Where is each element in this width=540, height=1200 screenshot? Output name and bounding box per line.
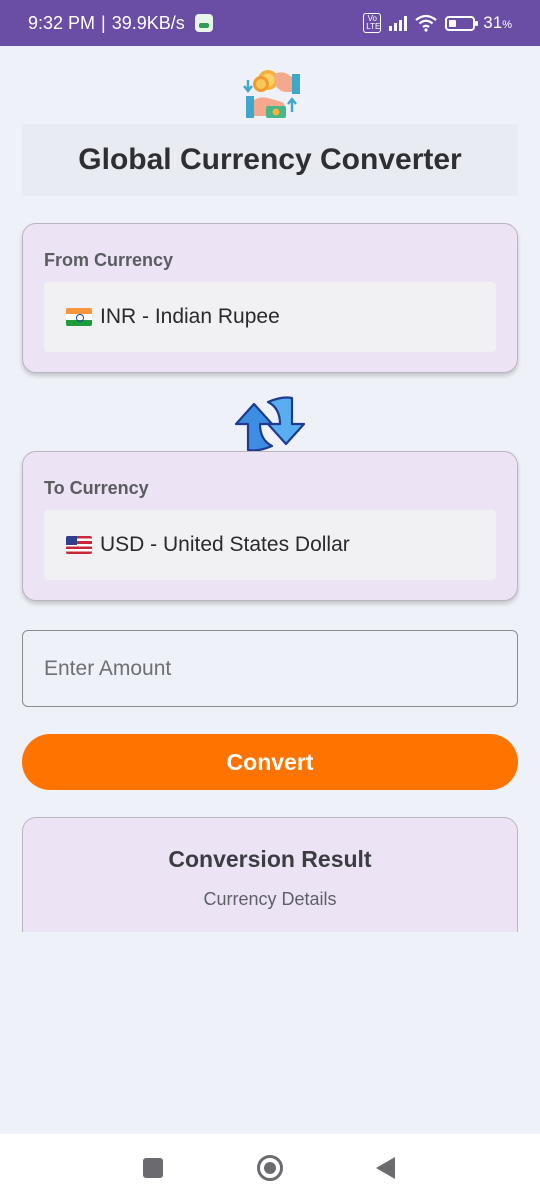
notification-app-icon	[194, 14, 213, 32]
triangle-back-icon[interactable]	[376, 1157, 395, 1179]
screen: 9:32 PM | 39.9KB/s Vo LTE 31% Global Cur…	[0, 0, 540, 1200]
battery-percent: 31%	[483, 13, 512, 32]
battery-icon	[445, 15, 479, 31]
from-currency-select[interactable]: INR - Indian Rupee	[44, 282, 496, 352]
status-time: 9:32 PM	[28, 12, 96, 33]
result-title: Conversion Result	[168, 846, 372, 872]
from-currency-card: From Currency INR - Indian Rupee	[22, 223, 518, 373]
to-currency-label: To Currency	[44, 478, 149, 498]
navigation-bar	[0, 1134, 540, 1200]
circle-home-icon[interactable]	[257, 1155, 283, 1181]
page-title: Global Currency Converter	[78, 143, 462, 176]
to-currency-select[interactable]: USD - United States Dollar	[44, 510, 496, 580]
status-right: Vo LTE 31%	[363, 13, 512, 33]
from-currency-label: From Currency	[44, 250, 174, 270]
result-card: Conversion Result Currency Details	[22, 817, 518, 932]
convert-button[interactable]: Convert	[22, 734, 518, 790]
status-left: 9:32 PM | 39.9KB/s	[28, 13, 213, 34]
status-bar: 9:32 PM | 39.9KB/s Vo LTE 31%	[0, 0, 540, 46]
network-speed: 39.9KB/s	[111, 12, 185, 33]
title-box: Global Currency Converter	[22, 124, 518, 196]
signal-icon	[389, 15, 408, 31]
wifi-icon	[415, 14, 437, 32]
amount-input[interactable]	[22, 630, 518, 707]
to-currency-value: USD - United States Dollar	[100, 533, 350, 556]
currency-exchange-icon	[243, 70, 300, 118]
status-separator: |	[101, 12, 106, 33]
volte-icon: Vo LTE	[363, 13, 382, 33]
india-flag-icon	[66, 308, 92, 326]
to-currency-card: To Currency USD - United States Dollar	[22, 451, 518, 601]
from-currency-value: INR - Indian Rupee	[100, 305, 280, 328]
square-recents-icon[interactable]	[143, 1158, 163, 1178]
us-flag-icon	[66, 536, 92, 554]
swap-arrows-icon[interactable]	[232, 394, 308, 454]
result-details: Currency Details	[203, 889, 337, 909]
